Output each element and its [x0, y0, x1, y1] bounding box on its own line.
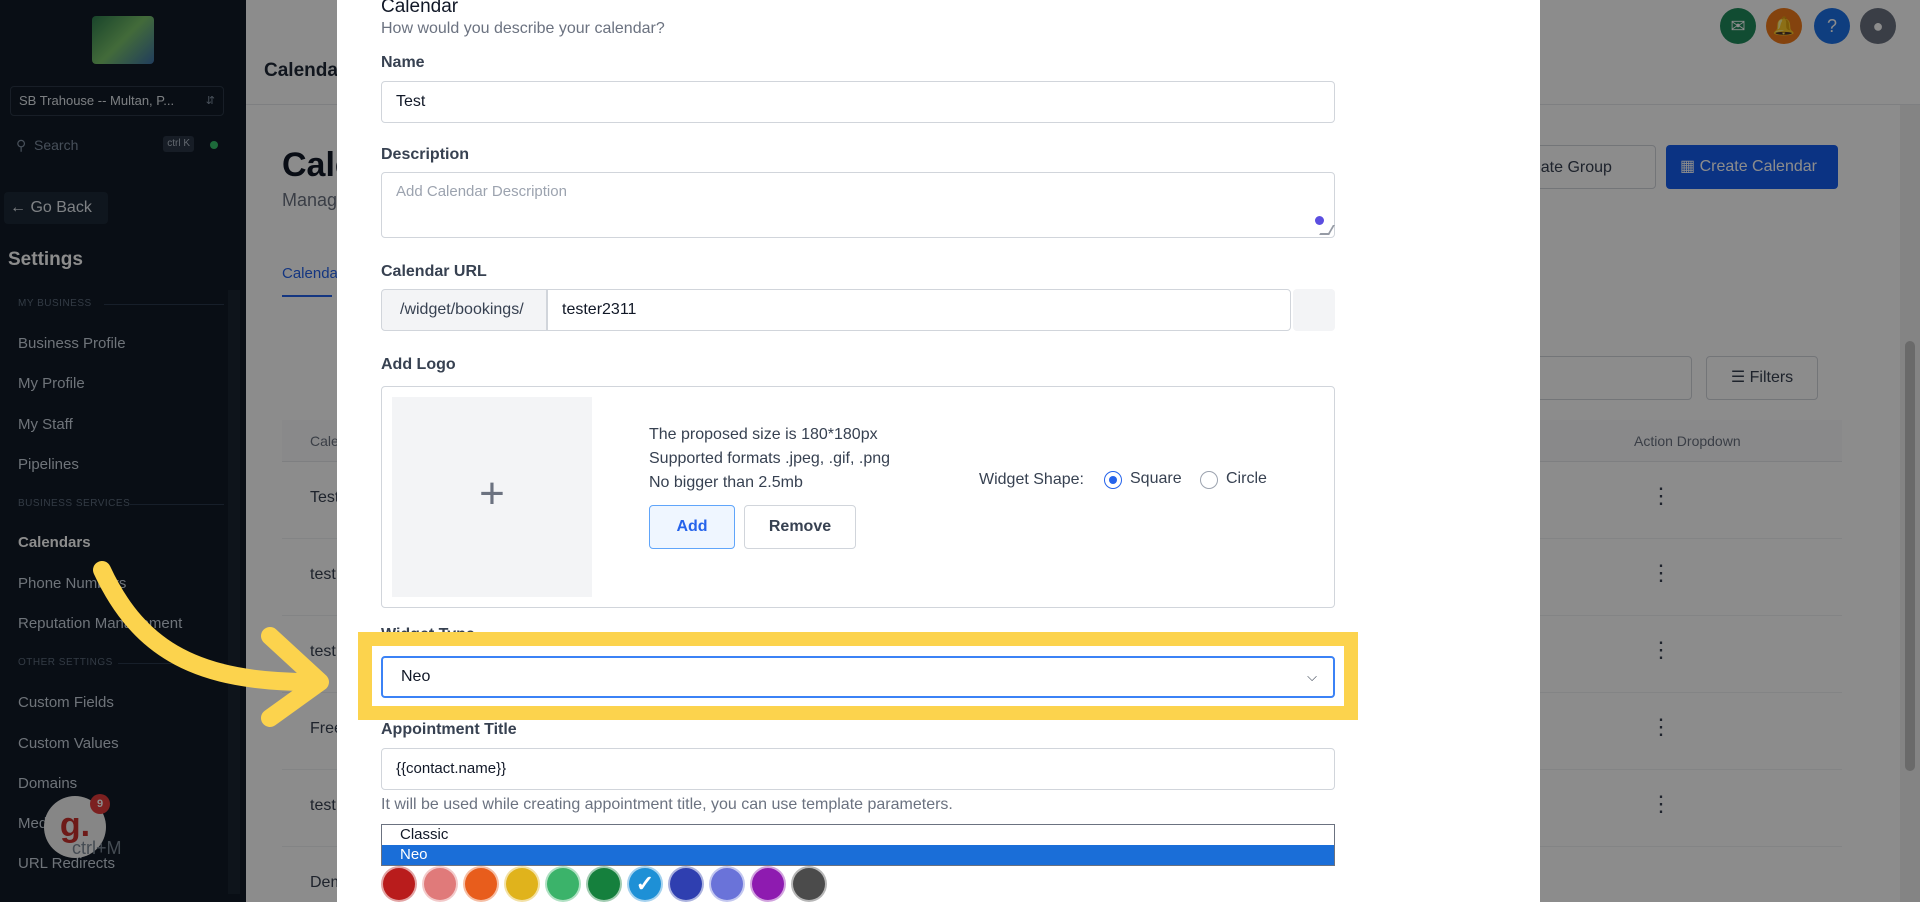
description-placeholder: Add Calendar Description [396, 183, 567, 200]
color-swatch[interactable] [668, 866, 704, 902]
color-swatch[interactable] [463, 866, 499, 902]
add-logo-button[interactable]: Add [649, 505, 735, 549]
widget-type-value: Neo [401, 668, 431, 685]
widget-type-dropdown-list: Classic Neo [381, 824, 1335, 866]
remove-logo-button[interactable]: Remove [744, 505, 856, 549]
color-swatch[interactable] [709, 866, 745, 902]
appointment-title-input[interactable]: {{contact.name}} [381, 748, 1335, 790]
copy-url-button[interactable] [1293, 289, 1335, 331]
name-label: Name [381, 54, 425, 71]
option-neo[interactable]: Neo [382, 845, 1334, 865]
color-swatch[interactable] [422, 866, 458, 902]
color-swatch[interactable] [504, 866, 540, 902]
chevron-down-icon: ⌵ [1307, 669, 1317, 684]
color-swatch[interactable]: ✓ [627, 866, 663, 902]
description-label: Description [381, 146, 470, 163]
color-swatch[interactable] [750, 866, 786, 902]
logo-size-hint: The proposed size is 180*180px [649, 426, 878, 443]
radio-square-label[interactable]: Square [1130, 470, 1182, 488]
appointment-title-help: It will be used while creating appointme… [381, 796, 953, 813]
radio-square[interactable] [1104, 471, 1122, 489]
logo-dropzone[interactable]: + [392, 397, 592, 597]
color-swatch[interactable] [381, 866, 417, 902]
calendar-url-input[interactable]: tester2311 [547, 289, 1291, 331]
calendar-url-label: Calendar URL [381, 263, 487, 280]
color-swatch[interactable] [545, 866, 581, 902]
color-swatch[interactable] [586, 866, 622, 902]
appointment-title-label: Appointment Title [381, 721, 517, 738]
logo-requirements: The proposed size is 180*180px Supported… [649, 423, 890, 495]
logo-format-hint: Supported formats .jpeg, .gif, .png [649, 450, 891, 467]
annotation-arrow-icon [93, 561, 329, 727]
url-prefix: /widget/bookings/ [381, 289, 547, 331]
radio-circle-label[interactable]: Circle [1226, 470, 1267, 488]
description-textarea[interactable]: Add Calendar Description [381, 172, 1335, 238]
logo-limit-hint: No bigger than 2.5mb [649, 474, 803, 491]
widget-type-select[interactable]: Neo ⌵ [381, 656, 1335, 698]
option-classic[interactable]: Classic [382, 825, 1334, 845]
add-logo-label: Add Logo [381, 356, 456, 373]
checkmark-icon: ✓ [635, 871, 655, 896]
plus-icon: + [479, 469, 505, 518]
modal-subtitle: How would you describe your calendar? [381, 20, 665, 37]
modal-title: Calendar [381, 0, 459, 17]
color-swatch[interactable] [791, 866, 827, 902]
grammar-dot-icon [1315, 216, 1324, 225]
widget-shape-label: Widget Shape: [979, 471, 1084, 488]
resize-handle-icon[interactable] [1319, 225, 1335, 235]
logo-upload-panel: + The proposed size is 180*180px Support… [381, 386, 1335, 608]
radio-circle[interactable] [1200, 471, 1218, 489]
calendar-modal: Calendar How would you describe your cal… [337, 0, 1540, 902]
name-input[interactable]: Test [381, 81, 1335, 123]
